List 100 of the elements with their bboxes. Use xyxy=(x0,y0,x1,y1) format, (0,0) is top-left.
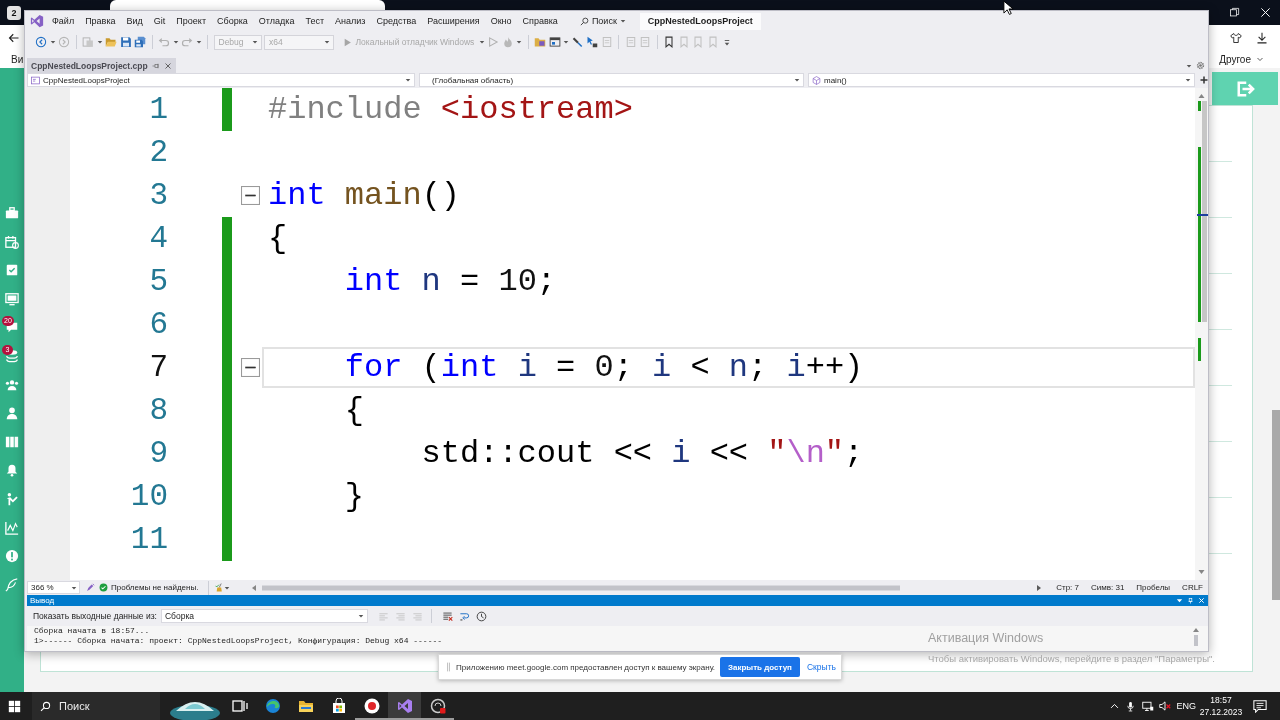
menu-item[interactable]: Окно xyxy=(490,16,512,26)
hide-link[interactable]: Скрыть xyxy=(807,662,836,672)
bell-icon[interactable] xyxy=(5,463,19,478)
document-tab[interactable]: CppNestedLoopsProject.cpp xyxy=(27,58,176,73)
code-line: std::cout << i << "\n"; xyxy=(421,434,864,473)
window-icon[interactable] xyxy=(548,36,561,48)
caret-icon[interactable] xyxy=(1186,62,1192,69)
pen-icon[interactable] xyxy=(86,583,95,592)
caret-icon[interactable] xyxy=(478,39,485,45)
folder-icon[interactable] xyxy=(534,36,547,48)
line-position[interactable]: Стр: 7 xyxy=(1056,583,1079,592)
bookmark-label[interactable]: Ви xyxy=(11,53,24,65)
figure-icon[interactable] xyxy=(5,491,19,506)
menu-item[interactable]: Файл xyxy=(52,16,75,26)
notification-icon[interactable] xyxy=(1253,699,1267,713)
save-all-icon[interactable] xyxy=(134,36,146,48)
person-icon[interactable] xyxy=(5,406,19,421)
ide-logo-icon xyxy=(30,14,44,28)
feather-icon[interactable] xyxy=(5,577,19,592)
menu-item[interactable]: Правка xyxy=(85,16,116,26)
folder-icon xyxy=(297,698,314,714)
caret-icon[interactable] xyxy=(1176,597,1183,604)
clock-date[interactable]: 27.12.2023 xyxy=(1199,707,1243,717)
menu-item[interactable]: Тест xyxy=(305,16,325,26)
caret-icon[interactable] xyxy=(563,39,570,45)
menu-item[interactable]: Git xyxy=(153,16,166,26)
other-bookmarks-button[interactable]: Другое xyxy=(1219,53,1264,65)
windows-logo-icon[interactable] xyxy=(8,699,21,713)
workspace-badge[interactable]: 2 xyxy=(7,5,21,20)
column-position[interactable]: Симв: 31 xyxy=(1091,583,1125,592)
save-icon[interactable] xyxy=(119,36,132,48)
download-icon[interactable] xyxy=(1256,31,1268,44)
zoom-dropdown[interactable]: 366 % xyxy=(27,581,80,594)
caret-icon[interactable] xyxy=(96,39,103,45)
caret-icon[interactable] xyxy=(224,584,231,591)
code-line: int n = 10; xyxy=(344,262,557,301)
menu-item[interactable]: Справка xyxy=(522,16,558,26)
search-button[interactable]: Поиск xyxy=(579,16,626,26)
vertical-scrollbar[interactable] xyxy=(1192,626,1200,646)
word-wrap-icon[interactable] xyxy=(458,610,470,622)
monitor-icon[interactable] xyxy=(5,291,19,306)
drag-handle-icon[interactable] xyxy=(446,662,451,672)
cube-icon xyxy=(812,75,821,85)
navigate-back-icon[interactable] xyxy=(35,36,47,48)
cursor-icon[interactable] xyxy=(586,36,599,48)
pin-icon[interactable] xyxy=(151,61,160,70)
scrollbar-thumb[interactable] xyxy=(1272,410,1280,600)
clear-all-icon[interactable] xyxy=(441,610,453,622)
menu-item[interactable]: Средства xyxy=(376,16,417,26)
issues-status[interactable]: Проблемы не найдены. xyxy=(111,583,199,592)
vertical-scrollbar[interactable] xyxy=(1195,88,1208,580)
code-line: for (int i = 0; i < n; i++) xyxy=(344,348,864,387)
line-number: 2 xyxy=(148,134,168,172)
menu-item[interactable]: Сборка xyxy=(217,16,248,26)
bookmark-icon[interactable] xyxy=(663,36,676,48)
gear-icon[interactable] xyxy=(1196,61,1205,70)
pin-icon[interactable] xyxy=(1187,597,1194,604)
line-number: 8 xyxy=(148,392,168,430)
network-icon[interactable] xyxy=(1142,700,1155,712)
scope-dropdown[interactable]: (Глобальная область) xyxy=(419,73,804,87)
caret-icon[interactable] xyxy=(516,39,523,45)
indentation-mode[interactable]: Пробелы xyxy=(1136,583,1171,592)
chart-icon[interactable] xyxy=(5,520,19,535)
tool-icon[interactable] xyxy=(571,36,584,48)
search-icon xyxy=(579,16,589,26)
line-ending-mode[interactable]: CRLF xyxy=(1182,583,1203,592)
collapse-icon[interactable] xyxy=(241,186,260,205)
back-arrow-icon[interactable] xyxy=(8,31,20,44)
people-icon[interactable] xyxy=(5,377,19,392)
search-field[interactable]: Поиск xyxy=(32,692,160,720)
speaker-icon[interactable] xyxy=(1159,700,1172,712)
caret-icon xyxy=(71,584,77,591)
menu-item[interactable]: Вид xyxy=(126,16,143,26)
clock-time[interactable]: 18:57 xyxy=(1210,695,1232,705)
project-dropdown[interactable]: CppNestedLoopsProject xyxy=(27,73,415,87)
collapse-icon[interactable] xyxy=(241,358,260,377)
caret-icon xyxy=(405,77,411,83)
menu-item[interactable]: Отладка xyxy=(258,16,295,26)
clock-icon[interactable] xyxy=(475,610,487,622)
warning-icon[interactable] xyxy=(5,549,19,564)
caret-icon[interactable] xyxy=(195,39,202,45)
columns-icon[interactable] xyxy=(5,434,19,449)
microphone-icon[interactable] xyxy=(1125,700,1137,712)
plus-icon[interactable] xyxy=(1200,75,1208,85)
menu-item[interactable]: Проект xyxy=(176,16,206,26)
menu-item[interactable]: Расширения xyxy=(427,16,480,26)
caret-icon[interactable] xyxy=(172,39,179,45)
stop-sharing-button[interactable]: Закрыть доступ xyxy=(720,657,800,677)
menu-item[interactable]: Анализ xyxy=(335,16,366,26)
caret-icon[interactable] xyxy=(49,39,56,45)
panel-title: Вывод xyxy=(30,596,55,605)
briefcase-icon[interactable] xyxy=(5,206,19,220)
language-indicator[interactable]: ENG xyxy=(1176,701,1196,711)
code-editor[interactable]: 1 #include <iostream> 2 3 int main() 4 { 5 int n = 10; 6 7 for (int i = 0; i < n; i++) 8 { 9 std::cout << i << "\n"; 10 } 11 xyxy=(25,88,1208,580)
restore-icon[interactable] xyxy=(1229,7,1240,18)
checkbox-icon[interactable] xyxy=(5,263,19,278)
source-dropdown[interactable]: Сборка xyxy=(160,609,368,623)
shirt-icon[interactable] xyxy=(1230,31,1242,44)
calendar-icon[interactable] xyxy=(5,234,19,249)
member-dropdown[interactable]: main() xyxy=(808,73,1195,87)
